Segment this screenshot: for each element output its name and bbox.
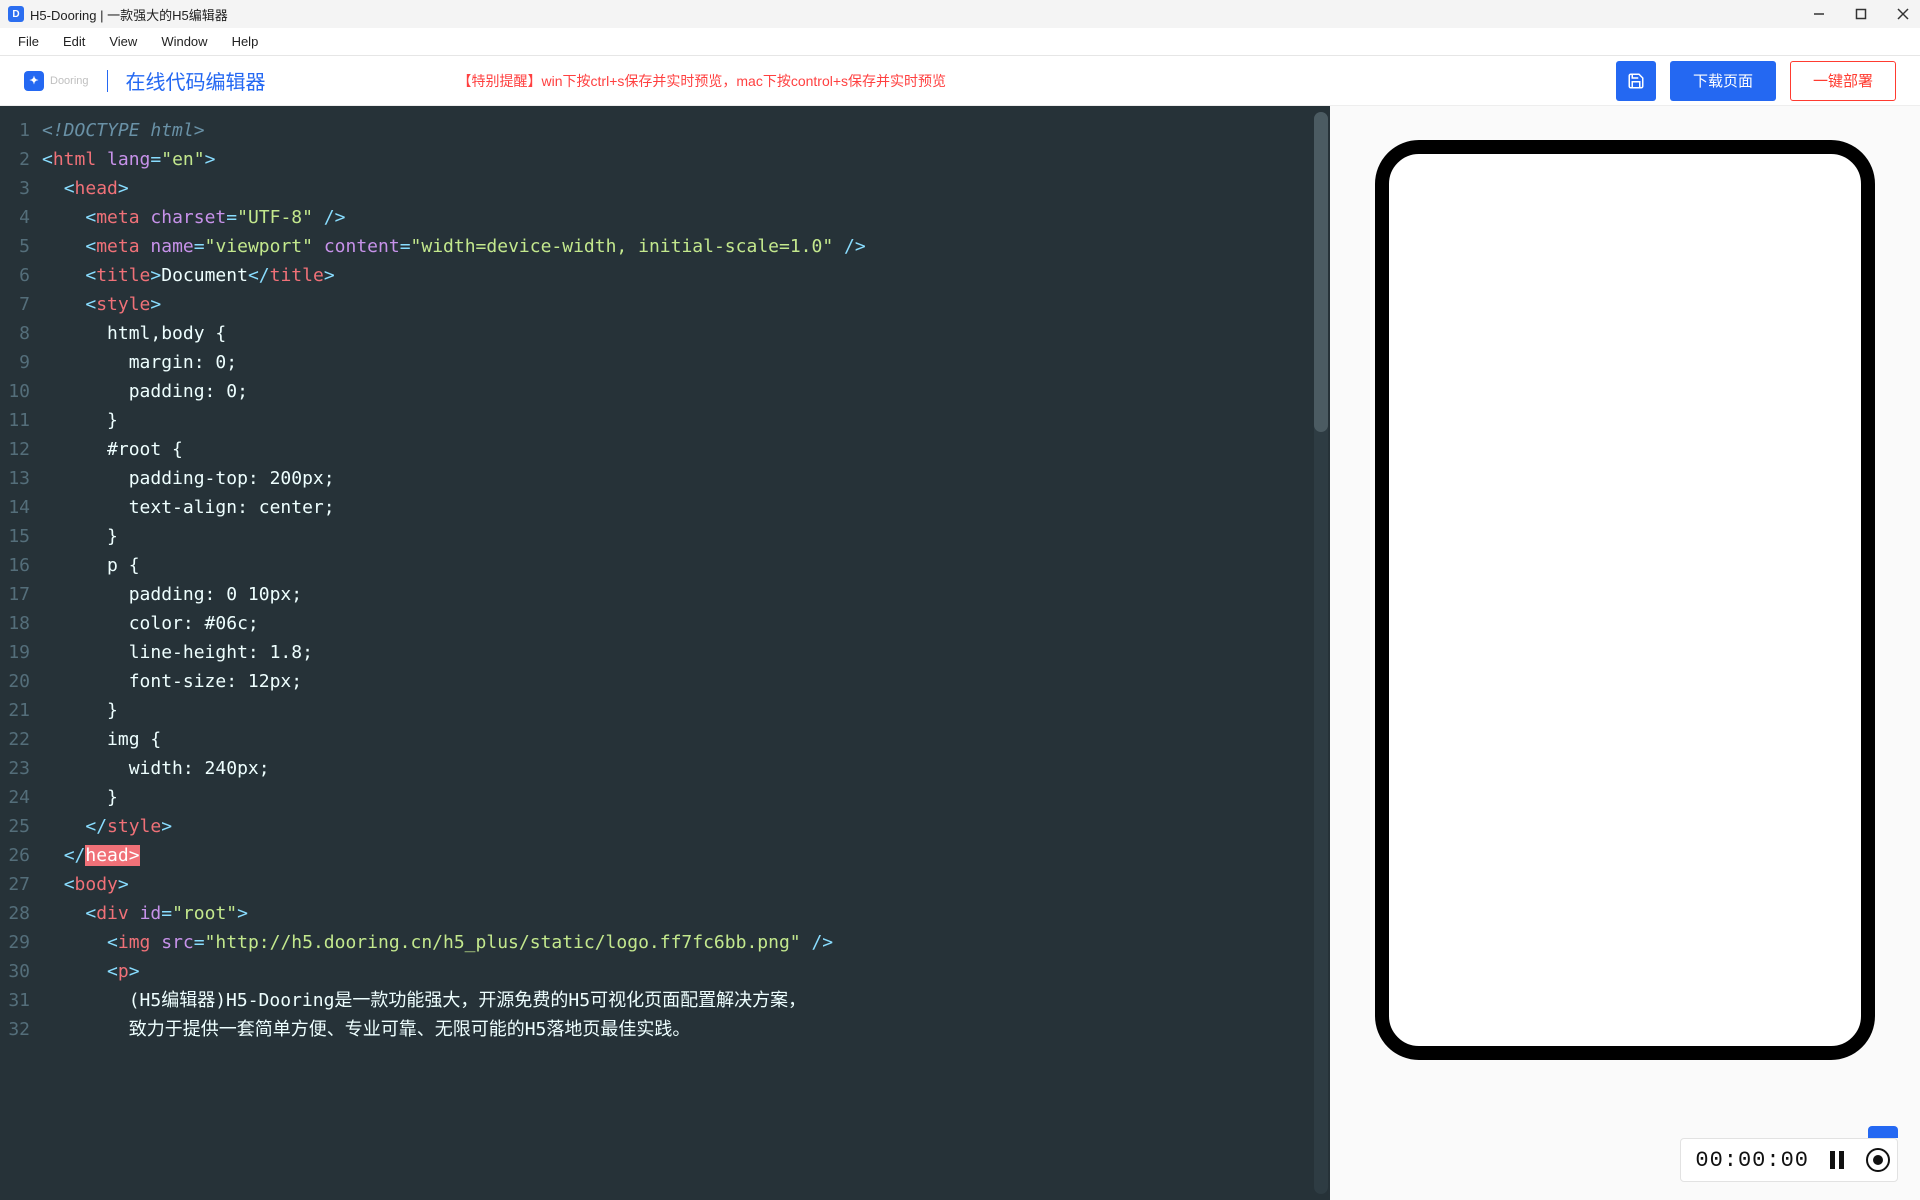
logo: ✦ Dooring [24, 71, 89, 91]
phone-frame [1375, 140, 1875, 1060]
maximize-button[interactable] [1852, 5, 1870, 23]
save-button[interactable] [1616, 61, 1656, 101]
code-content[interactable]: <!DOCTYPE html> <html lang="en"> <head> … [38, 106, 1330, 1044]
logo-text: Dooring [50, 75, 89, 87]
main-split: 1 2 3 4 5 6 7 8 9 10 11 12 13 14 15 16 1… [0, 106, 1920, 1200]
menu-view[interactable]: View [99, 30, 147, 53]
menu-help[interactable]: Help [222, 30, 269, 53]
deploy-button[interactable]: 一键部署 [1790, 61, 1896, 101]
app-toolbar: ✦ Dooring 在线代码编辑器 【特别提醒】win下按ctrl+s保存并实时… [0, 56, 1920, 106]
recorder-controls: 00:00:00 [1680, 1138, 1898, 1182]
scrollbar-thumb[interactable] [1314, 112, 1328, 432]
save-icon [1627, 72, 1645, 90]
app-icon: D [8, 6, 24, 22]
floating-tab[interactable] [1868, 1126, 1898, 1138]
page-title: 在线代码编辑器 [126, 66, 266, 95]
editor-scrollbar[interactable] [1314, 112, 1328, 1194]
window-titlebar: D H5-Dooring | 一款强大的H5编辑器 [0, 0, 1920, 28]
divider [107, 70, 108, 92]
code-editor[interactable]: 1 2 3 4 5 6 7 8 9 10 11 12 13 14 15 16 1… [0, 106, 1330, 1200]
menu-window[interactable]: Window [151, 30, 217, 53]
preview-pane [1330, 106, 1920, 1200]
menu-file[interactable]: File [8, 30, 49, 53]
close-button[interactable] [1894, 5, 1912, 23]
recorder-timer: 00:00:00 [1695, 1148, 1809, 1173]
minimize-button[interactable] [1810, 5, 1828, 23]
logo-icon: ✦ [24, 71, 44, 91]
menubar: File Edit View Window Help [0, 28, 1920, 56]
menu-edit[interactable]: Edit [53, 30, 95, 53]
pause-button[interactable] [1825, 1148, 1849, 1172]
save-hint: 【特别提醒】win下按ctrl+s保存并实时预览，mac下按control+s保… [458, 71, 947, 91]
stop-record-button[interactable] [1865, 1147, 1891, 1173]
download-button[interactable]: 下载页面 [1670, 61, 1776, 101]
window-title: H5-Dooring | 一款强大的H5编辑器 [30, 5, 228, 24]
line-gutter: 1 2 3 4 5 6 7 8 9 10 11 12 13 14 15 16 1… [0, 106, 38, 1044]
